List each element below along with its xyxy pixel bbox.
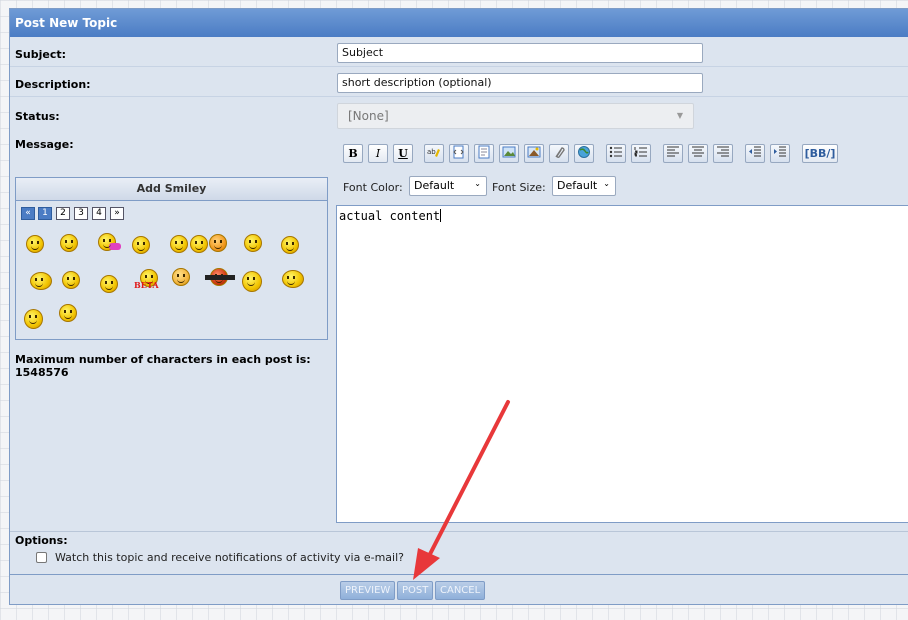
smiley-page-1[interactable]: 1: [38, 207, 52, 220]
smiley-icon[interactable]: [62, 271, 80, 289]
smiley-icon[interactable]: [244, 234, 262, 252]
smiley-icon[interactable]: [100, 275, 118, 293]
indent-icon[interactable]: [770, 144, 790, 163]
panel-title: Post New Topic: [10, 9, 908, 37]
max-chars-info: Maximum number of characters in each pos…: [15, 353, 311, 379]
smiley-icon[interactable]: [282, 270, 304, 288]
smiley-icon[interactable]: [170, 235, 188, 253]
message-editor[interactable]: actual content: [336, 205, 908, 523]
smiley-page-prev[interactable]: «: [21, 207, 35, 220]
row-divider: [10, 531, 908, 532]
smiley-page-3[interactable]: 3: [74, 207, 88, 220]
numbered-list-icon[interactable]: [631, 144, 651, 163]
watch-topic-label[interactable]: Watch this topic and receive notificatio…: [55, 551, 404, 564]
underline-button[interactable]: U: [393, 144, 413, 163]
post-topic-panel: Post New Topic Subject: Description: Sta…: [9, 8, 908, 605]
smiley-icon[interactable]: [30, 272, 52, 290]
smiley-icon[interactable]: [205, 268, 235, 286]
options-label: Options:: [15, 534, 68, 547]
text-caret: [440, 209, 442, 222]
smiley-panel: Add Smiley « 1 2 3 4 » BETA: [15, 177, 328, 340]
font-color-select[interactable]: Default ⌄: [409, 176, 487, 196]
smiley-icon[interactable]: [24, 309, 43, 329]
smiley-icon[interactable]: [281, 236, 299, 254]
preview-button[interactable]: PREVIEW: [340, 581, 396, 600]
subject-label: Subject:: [15, 48, 67, 61]
post-button[interactable]: POST: [397, 581, 434, 600]
insert-link-icon[interactable]: [574, 144, 594, 163]
smiley-icon[interactable]: [26, 235, 44, 253]
chevron-down-icon: ⌄: [474, 179, 481, 188]
message-label: Message:: [15, 138, 74, 151]
bold-button[interactable]: B: [343, 144, 363, 163]
insert-image-icon[interactable]: [499, 144, 519, 163]
smiley-icon[interactable]: [242, 271, 262, 292]
max-chars-value: 1548576: [15, 366, 69, 379]
font-size-select[interactable]: Default ⌄: [552, 176, 616, 196]
font-color-value: Default: [414, 179, 455, 192]
smiley-icon[interactable]: [132, 236, 150, 254]
message-editor-text: actual content: [339, 209, 441, 223]
align-center-icon[interactable]: [688, 144, 708, 163]
attach-icon[interactable]: [549, 144, 569, 163]
align-right-icon[interactable]: [713, 144, 733, 163]
description-input[interactable]: short description (optional): [337, 73, 703, 93]
font-size-label: Font Size:: [492, 181, 546, 194]
description-label: Description:: [15, 78, 91, 91]
smiley-icon[interactable]: [59, 304, 77, 322]
max-chars-label: Maximum number of characters in each pos…: [15, 353, 311, 366]
bbcode-toggle-button[interactable]: [BB/]: [802, 144, 838, 163]
smiley-icon[interactable]: [98, 233, 121, 251]
insert-quote-icon[interactable]: [474, 144, 494, 163]
chevron-down-icon: ⌄: [603, 179, 610, 188]
watch-topic-checkbox[interactable]: [36, 552, 47, 563]
outdent-icon[interactable]: [745, 144, 765, 163]
align-left-icon[interactable]: [663, 144, 683, 163]
smiley-page-2[interactable]: 2: [56, 207, 70, 220]
status-label: Status:: [15, 110, 60, 123]
font-size-value: Default: [557, 179, 598, 192]
smiley-page-next[interactable]: »: [110, 207, 124, 220]
bullet-list-icon[interactable]: [606, 144, 626, 163]
insert-photo-icon[interactable]: [524, 144, 544, 163]
status-select-value: [None]: [348, 109, 389, 123]
beta-smiley-label: BETA: [134, 280, 159, 290]
chevron-down-icon: ▼: [676, 111, 683, 120]
subject-input[interactable]: Subject: [337, 43, 703, 63]
smiley-icon[interactable]: [172, 268, 190, 286]
cancel-button[interactable]: CANCEL: [435, 581, 486, 600]
smiley-panel-title: Add Smiley: [16, 178, 327, 201]
smiley-page-4[interactable]: 4: [92, 207, 106, 220]
svg-text:ab: ab: [427, 148, 436, 156]
row-divider: [10, 96, 908, 97]
status-select[interactable]: [None] ▼: [337, 103, 694, 129]
smiley-icon[interactable]: [209, 234, 227, 252]
smiley-icon[interactable]: [60, 234, 78, 252]
font-color-label: Font Color:: [343, 181, 403, 194]
insert-code-icon[interactable]: [449, 144, 469, 163]
italic-button[interactable]: I: [368, 144, 388, 163]
row-divider: [10, 66, 908, 67]
smiley-icon[interactable]: [190, 235, 208, 253]
spellcheck-icon[interactable]: ab: [424, 144, 444, 163]
